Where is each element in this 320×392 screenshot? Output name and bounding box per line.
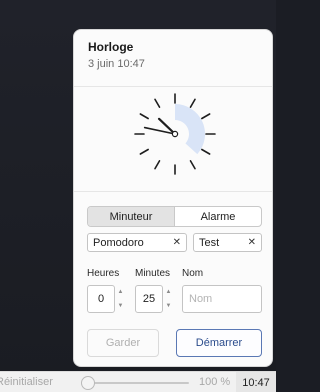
hours-label: Heures (87, 268, 120, 279)
clock-tick-10 (139, 113, 149, 120)
minutes-stepper-arrows: ▲ ▼ (163, 285, 174, 313)
clock-center (171, 130, 179, 138)
tab-alarm[interactable]: Alarme (175, 207, 261, 226)
keep-button[interactable]: Garder (87, 329, 159, 357)
clock-face (134, 93, 216, 175)
clock-tick-8 (139, 148, 149, 155)
clock-tick-11 (154, 98, 161, 108)
preset-label: Pomodoro (93, 236, 144, 249)
close-icon[interactable]: ✕ (248, 237, 256, 248)
popup-header: Horloge 3 juin 10:47 (74, 30, 272, 86)
clock-tick-1 (189, 98, 196, 108)
taskbar-clock[interactable]: 10:47 (236, 372, 276, 392)
clock-tick-2 (201, 113, 211, 120)
preset-chip-pomodoro[interactable]: Pomodoro ✕ (87, 233, 187, 252)
elapsed-arc (175, 104, 206, 155)
name-label: Nom (182, 268, 204, 279)
start-button[interactable]: Démarrer (176, 329, 262, 357)
hours-stepper-arrows: ▲ ▼ (115, 285, 126, 313)
chevron-up-icon[interactable]: ▲ (118, 289, 124, 295)
hours-stepper[interactable]: 0 (87, 285, 115, 313)
reset-button[interactable]: Réinitialiser (0, 376, 53, 388)
timer-form: Minuteur Alarme Pomodoro ✕ Test ✕ Heures… (74, 192, 272, 366)
current-datetime: 3 juin 10:47 (88, 58, 145, 70)
mode-switch: Minuteur Alarme (87, 206, 262, 227)
clock-tick-5 (189, 160, 196, 170)
clock-popup: Horloge 3 juin 10:47 Minuteur Alarme Pom… (73, 29, 273, 367)
zoom-slider-thumb[interactable] (81, 376, 95, 390)
close-icon[interactable]: ✕ (173, 237, 181, 248)
tab-timer[interactable]: Minuteur (88, 207, 175, 226)
clock-tick-7 (154, 160, 161, 170)
zoom-level: 100 % (199, 376, 231, 388)
minutes-label: Minutes (135, 268, 171, 279)
popup-title: Horloge (88, 40, 134, 54)
preset-label: Test (199, 236, 220, 249)
name-input[interactable] (182, 285, 262, 313)
analog-clock (74, 87, 272, 191)
zoom-slider-track[interactable] (83, 382, 189, 384)
minutes-stepper[interactable]: 25 (135, 285, 163, 313)
preset-chip-test[interactable]: Test ✕ (193, 233, 262, 252)
status-bar: Réinitialiser 100 % 10:47 (0, 371, 276, 392)
chevron-down-icon[interactable]: ▼ (118, 303, 124, 309)
chevron-down-icon[interactable]: ▼ (166, 303, 172, 309)
chevron-up-icon[interactable]: ▲ (166, 289, 172, 295)
clock-tick-4 (201, 148, 211, 155)
